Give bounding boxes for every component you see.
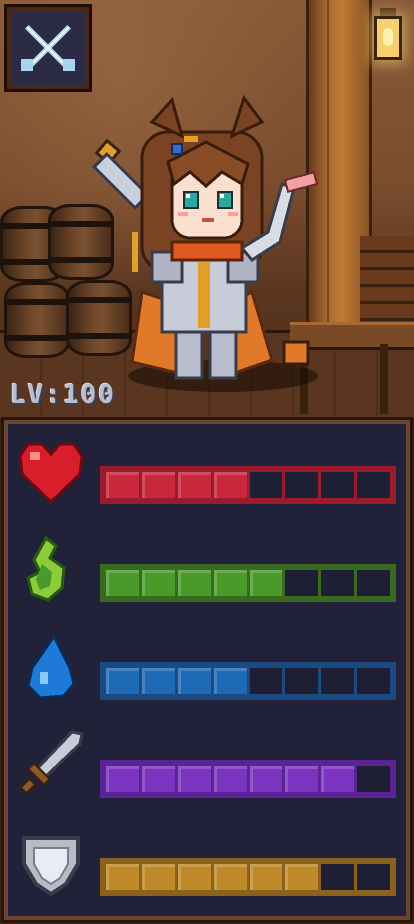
attack-segment-empty bbox=[357, 766, 390, 792]
stamina-bar bbox=[100, 564, 396, 602]
stamina-segment-filled bbox=[141, 570, 175, 596]
shield-icon bbox=[22, 836, 80, 897]
defense-segment-filled bbox=[106, 864, 139, 890]
stamina-segment-empty bbox=[357, 570, 390, 596]
stats-panel bbox=[1, 417, 413, 923]
barrel bbox=[4, 282, 70, 358]
attack-segment-filled bbox=[249, 766, 283, 792]
attack-segment-filled bbox=[321, 766, 355, 792]
health-segment-filled bbox=[106, 472, 139, 498]
attack-segment-filled bbox=[106, 766, 139, 792]
menu-button[interactable] bbox=[4, 4, 92, 92]
stat-row-stamina bbox=[8, 528, 406, 608]
wooden-shelf bbox=[360, 236, 414, 326]
mana-segment-filled bbox=[106, 668, 139, 694]
defense-segment-filled bbox=[213, 864, 247, 890]
game-scene: LV:100 bbox=[0, 0, 414, 418]
mana-bar bbox=[100, 662, 396, 700]
bench-leg bbox=[380, 344, 388, 414]
character-sprite[interactable] bbox=[72, 92, 322, 382]
attack-segment-filled bbox=[177, 766, 211, 792]
health-segment-filled bbox=[141, 472, 175, 498]
stamina-segment-filled bbox=[213, 570, 247, 596]
defense-segment-empty bbox=[321, 864, 355, 890]
health-segment-empty bbox=[285, 472, 319, 498]
sword-icon bbox=[19, 730, 84, 795]
defense-segment-empty bbox=[357, 864, 390, 890]
health-segment-empty bbox=[357, 472, 390, 498]
stat-row-defense bbox=[8, 822, 406, 902]
lantern-icon bbox=[372, 8, 404, 66]
stat-row-health bbox=[8, 430, 406, 510]
stamina-segment-empty bbox=[285, 570, 319, 596]
heart-icon bbox=[18, 442, 84, 505]
health-segment-empty bbox=[249, 472, 283, 498]
mana-segment-filled bbox=[213, 668, 247, 694]
defense-segment-filled bbox=[177, 864, 211, 890]
defense-segment-filled bbox=[141, 864, 175, 890]
defense-segment-filled bbox=[249, 864, 283, 890]
mana-segment-filled bbox=[141, 668, 175, 694]
health-bar bbox=[100, 466, 396, 504]
attack-segment-filled bbox=[213, 766, 247, 792]
back-sword bbox=[92, 138, 150, 210]
stat-row-mana bbox=[8, 626, 406, 706]
defense-segment-filled bbox=[285, 864, 319, 890]
attack-segment-filled bbox=[285, 766, 319, 792]
level-label: LV:100 bbox=[10, 380, 116, 410]
mana-segment-empty bbox=[321, 668, 355, 694]
stamina-segment-empty bbox=[321, 570, 355, 596]
stamina-segment-filled bbox=[249, 570, 283, 596]
leaf-flame-icon bbox=[26, 535, 66, 602]
mana-segment-empty bbox=[285, 668, 319, 694]
attack-bar bbox=[100, 760, 396, 798]
water-drop-icon bbox=[26, 633, 76, 700]
health-segment-filled bbox=[177, 472, 211, 498]
stamina-segment-filled bbox=[106, 570, 139, 596]
stat-row-attack bbox=[8, 724, 406, 804]
crossed-swords-icon bbox=[21, 25, 75, 71]
health-segment-empty bbox=[321, 472, 355, 498]
stamina-segment-filled bbox=[177, 570, 211, 596]
attack-segment-filled bbox=[141, 766, 175, 792]
mana-segment-empty bbox=[249, 668, 283, 694]
defense-bar bbox=[100, 858, 396, 896]
mana-segment-filled bbox=[177, 668, 211, 694]
health-segment-filled bbox=[213, 472, 247, 498]
mana-segment-empty bbox=[357, 668, 390, 694]
